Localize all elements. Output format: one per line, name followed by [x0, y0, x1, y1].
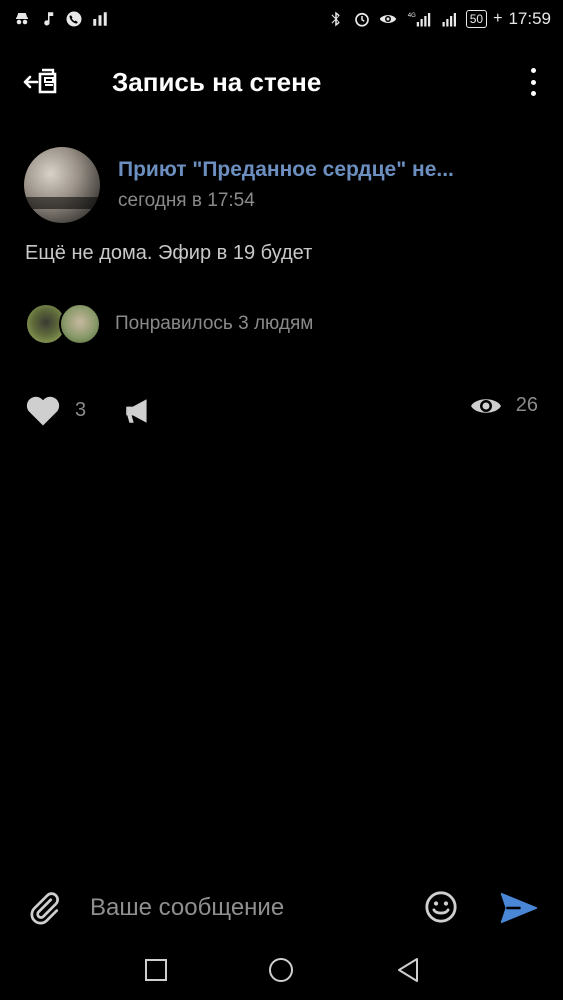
music-icon	[38, 9, 58, 29]
author-block: Приют "Преданное сердце" не... сегодня в…	[118, 158, 454, 212]
status-bar: 4G 50 + 17:59	[0, 0, 563, 38]
battery-level: 50	[469, 12, 484, 26]
back-icon	[398, 958, 418, 982]
status-time: 17:59	[508, 9, 551, 28]
page-title: Запись на стене	[112, 66, 322, 97]
liker-avatar	[59, 303, 101, 345]
charging-icon: +	[493, 10, 503, 27]
like-button[interactable]: 3	[25, 394, 86, 427]
megaphone-icon	[126, 399, 147, 423]
app-bar: Запись на стене	[0, 50, 563, 114]
likes-count: 3	[75, 399, 87, 421]
recent-apps-icon	[145, 959, 167, 981]
likers-row[interactable]: Понравилось 3 людям	[25, 303, 313, 345]
signal-bars-icon	[90, 9, 110, 29]
author-avatar[interactable]	[24, 147, 100, 223]
recent-apps-button[interactable]	[140, 954, 172, 986]
send-icon[interactable]	[500, 892, 538, 924]
more-vertical-icon-dot	[530, 91, 536, 96]
battery-icon: 50	[465, 10, 488, 28]
views-count: 26	[515, 394, 538, 416]
more-vertical-icon-dot	[530, 79, 536, 85]
system-back-button[interactable]	[392, 954, 424, 986]
phone-icon	[64, 9, 84, 29]
eye-icon	[378, 9, 398, 29]
message-input[interactable]	[80, 888, 400, 928]
heart-icon	[26, 396, 60, 426]
more-vertical-icon	[530, 68, 536, 73]
likes-summary: Понравилось 3 людям	[115, 313, 314, 334]
home-button[interactable]	[265, 954, 297, 986]
avatar-caption-strip	[24, 197, 100, 209]
more-options-button[interactable]	[521, 64, 545, 100]
views-counter: 26	[470, 394, 538, 417]
status-bar-left	[12, 9, 110, 29]
network-signal-icon: 4G	[404, 9, 434, 29]
message-composer	[0, 878, 563, 938]
bluetooth-icon	[326, 9, 346, 29]
incognito-icon	[12, 9, 32, 29]
post-header: Приют "Преданное сердце" не... сегодня в…	[24, 147, 454, 223]
share-button[interactable]	[123, 396, 153, 426]
post-text: Ещё не дома. Эфир в 19 будет	[25, 242, 313, 264]
alarm-icon	[352, 9, 372, 29]
system-nav-bar	[0, 940, 563, 1000]
network-type-label: 4G	[408, 13, 416, 19]
wifi-signal-icon	[440, 9, 460, 29]
post-time: сегодня в 17:54	[118, 190, 255, 211]
back-to-feed-button[interactable]	[20, 60, 64, 104]
status-bar-right: 4G 50 + 17:59	[326, 9, 551, 29]
author-name[interactable]: Приют "Преданное сердце" не...	[118, 158, 454, 182]
home-icon	[269, 958, 293, 982]
smiley-icon[interactable]	[424, 890, 458, 924]
paperclip-icon[interactable]	[26, 890, 62, 926]
post-actions: 3 26	[25, 394, 538, 434]
views-eye-icon	[470, 398, 501, 413]
back-to-feed-icon	[23, 68, 57, 94]
